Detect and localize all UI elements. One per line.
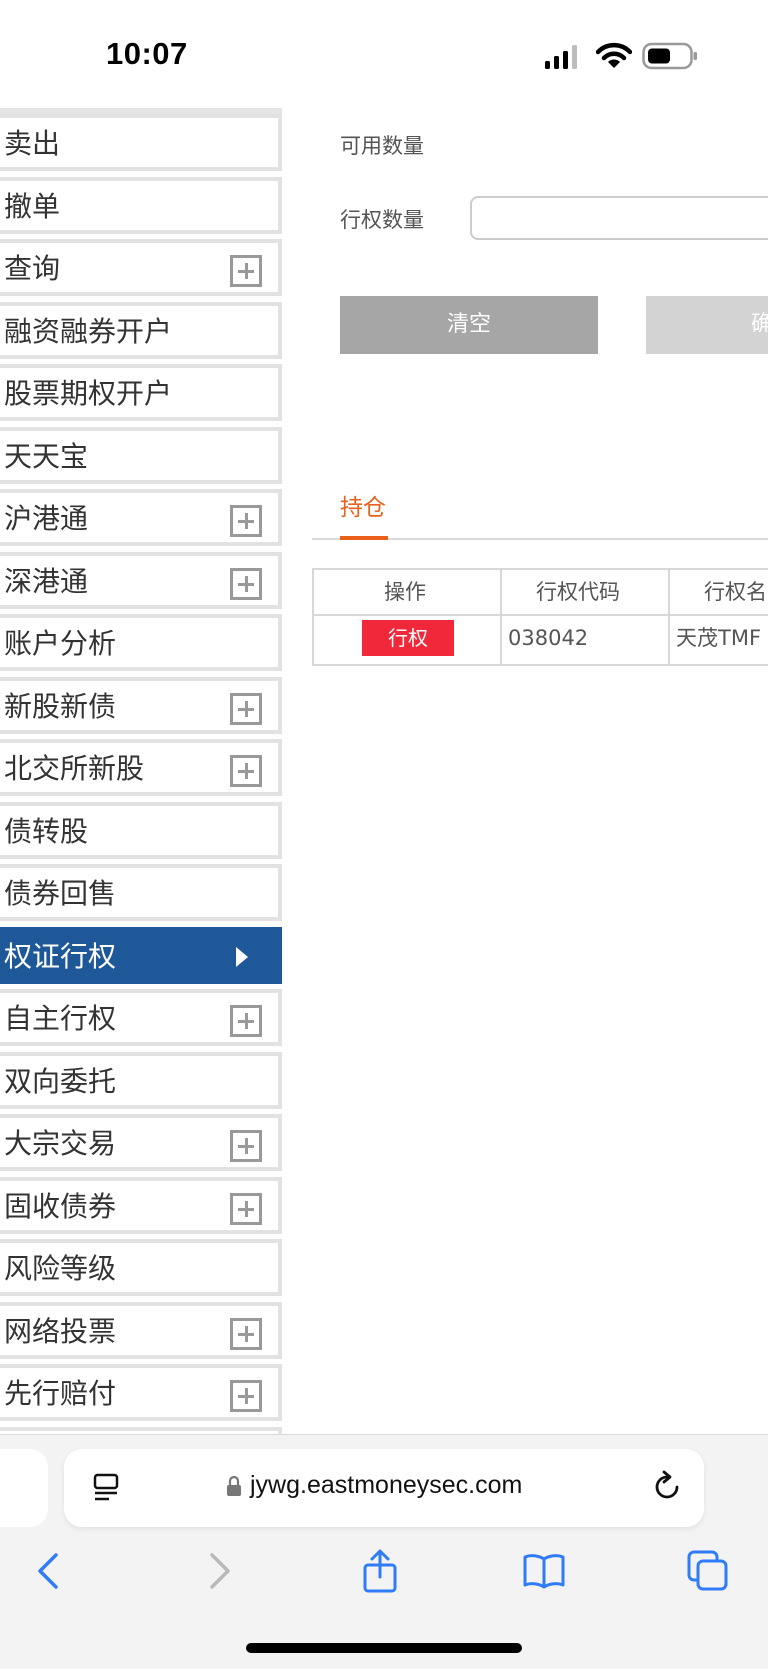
table-divider [500, 570, 502, 664]
sidebar-item-label: 大宗交易 [4, 1127, 117, 1160]
table-header-code: 行权代码 [536, 580, 620, 604]
expand-plus-icon[interactable] [230, 505, 262, 537]
wifi-icon [596, 42, 632, 68]
browser-toolbar: jywg.eastmoneysec.com [0, 1434, 768, 1669]
sidebar-item-bse-new-stocks[interactable]: 北交所新股 [0, 739, 282, 796]
expand-plus-icon[interactable] [230, 1005, 262, 1037]
sidebar-menu: 卖出 撤单 查询 融资融券开户 股票期权开户 天天宝 沪港通 深港通 账户分析 … [0, 104, 284, 1434]
active-tab-indicator [340, 536, 388, 540]
sidebar-item-option-account-open[interactable]: 股票期权开户 [0, 364, 282, 421]
holdings-table: 操作 行权代码 行权名 行权 038042 天茂TMF [312, 568, 768, 666]
address-bar[interactable]: jywg.eastmoneysec.com [64, 1449, 704, 1527]
sidebar-item-tiantianbao[interactable]: 天天宝 [0, 426, 282, 484]
sidebar-item-label: 新股新债 [4, 689, 117, 723]
tabs-icon[interactable] [686, 1549, 730, 1593]
sidebar-item-bond-conversion[interactable]: 债转股 [0, 801, 282, 859]
share-icon[interactable] [358, 1549, 402, 1593]
table-cell-code: 038042 [508, 626, 589, 650]
sidebar-item-label: 账户分析 [4, 627, 117, 660]
sidebar-item-label: 天天宝 [4, 439, 89, 473]
cellular-signal-icon [545, 45, 577, 69]
exercise-qty-label: 行权数量 [340, 208, 424, 232]
sidebar-item-label: 债券回售 [4, 877, 117, 910]
status-time: 10:07 [106, 36, 188, 71]
sidebar-item-label: 双向委托 [4, 1064, 117, 1098]
sidebar-item-label: 固收债券 [4, 1189, 117, 1223]
battery-icon [642, 42, 697, 70]
expand-plus-icon[interactable] [230, 567, 262, 600]
sidebar-item-risk-level[interactable]: 风险等级 [0, 1239, 282, 1296]
expand-plus-icon[interactable] [230, 1317, 262, 1350]
sidebar-item-block-trade[interactable]: 大宗交易 [0, 1114, 282, 1171]
sidebar-item-label: 撤单 [4, 189, 61, 223]
sidebar-item-label: 风险等级 [4, 1252, 117, 1285]
sidebar-item-label: 债转股 [4, 814, 89, 848]
sidebar-item-label: 股票期权开户 [4, 377, 173, 410]
lock-icon [227, 1475, 241, 1496]
sidebar-item-online-voting[interactable]: 网络投票 [0, 1301, 282, 1359]
forward-icon[interactable] [196, 1549, 240, 1593]
sidebar-item-label: 网络投票 [4, 1314, 117, 1348]
sidebar-item-sell[interactable]: 卖出 [0, 114, 282, 171]
sidebar-item-label: 北交所新股 [4, 752, 145, 785]
sidebar-item-partial[interactable] [0, 1426, 282, 1434]
sidebar-item-label: 深港通 [4, 564, 89, 598]
sidebar-item-warrant-exercise[interactable]: 权证行权 [0, 926, 282, 984]
expand-plus-icon[interactable] [230, 1130, 262, 1162]
sidebar-item-label: 融资融券开户 [4, 314, 173, 348]
sidebar-item-label: 自主行权 [4, 1002, 117, 1035]
url-text: jywg.eastmoneysec.com [250, 1471, 523, 1499]
confirm-button[interactable]: 确 [646, 296, 768, 354]
back-icon[interactable] [28, 1549, 72, 1593]
expand-plus-icon[interactable] [230, 692, 262, 725]
expand-plus-icon[interactable] [230, 255, 262, 287]
clear-button[interactable]: 清空 [340, 296, 598, 354]
exercise-button[interactable]: 行权 [362, 620, 454, 656]
status-bar: 10:07 [0, 0, 768, 104]
sidebar-item-cancel-order[interactable]: 撤单 [0, 176, 282, 234]
reload-icon[interactable] [650, 1469, 684, 1505]
sidebar-item-margin-account-open[interactable]: 融资融券开户 [0, 301, 282, 359]
sidebar-item-bond-putback[interactable]: 债券回售 [0, 864, 282, 921]
sidebar-item-label: 权证行权 [4, 939, 117, 973]
sidebar-item-new-stocks-bonds[interactable]: 新股新债 [0, 676, 282, 734]
table-cell-name: 天茂TMF [676, 626, 762, 650]
sidebar-item-advance-compensation[interactable]: 先行赔付 [0, 1364, 282, 1421]
sidebar-item-query[interactable]: 查询 [0, 239, 282, 296]
table-divider [668, 570, 670, 664]
expand-plus-icon[interactable] [230, 1380, 262, 1412]
caret-right-icon [236, 946, 248, 967]
home-indicator [246, 1643, 522, 1653]
table-header-action: 操作 [384, 580, 426, 604]
sidebar-item-label: 沪港通 [4, 502, 89, 535]
sidebar-item-self-exercise[interactable]: 自主行权 [0, 989, 282, 1046]
sidebar-item-label: 先行赔付 [4, 1377, 117, 1410]
previous-tab-preview[interactable] [0, 1449, 48, 1527]
sidebar-item-two-way-order[interactable]: 双向委托 [0, 1051, 282, 1109]
tab-holdings[interactable]: 持仓 [340, 488, 386, 522]
sidebar-item-shanghai-hk-connect[interactable]: 沪港通 [0, 489, 282, 546]
sidebar-item-label: 查询 [4, 252, 61, 285]
sidebar-item-label: 卖出 [4, 127, 61, 160]
available-qty-label: 可用数量 [340, 134, 424, 158]
expand-plus-icon[interactable] [230, 1192, 262, 1225]
bookmarks-icon[interactable] [522, 1549, 566, 1593]
sidebar-item-shenzhen-hk-connect[interactable]: 深港通 [0, 551, 282, 609]
sidebar-item-fixed-income[interactable]: 固收债券 [0, 1176, 282, 1234]
exercise-qty-input[interactable] [470, 196, 768, 240]
main-panel: 可用数量 行权数量 清空 确 持仓 操作 行权代码 行权名 行权 038042 … [284, 104, 768, 1434]
table-header-name: 行权名 [704, 580, 767, 604]
sidebar-item-account-analysis[interactable]: 账户分析 [0, 614, 282, 671]
reader-mode-icon[interactable] [92, 1473, 120, 1503]
expand-plus-icon[interactable] [230, 755, 262, 787]
